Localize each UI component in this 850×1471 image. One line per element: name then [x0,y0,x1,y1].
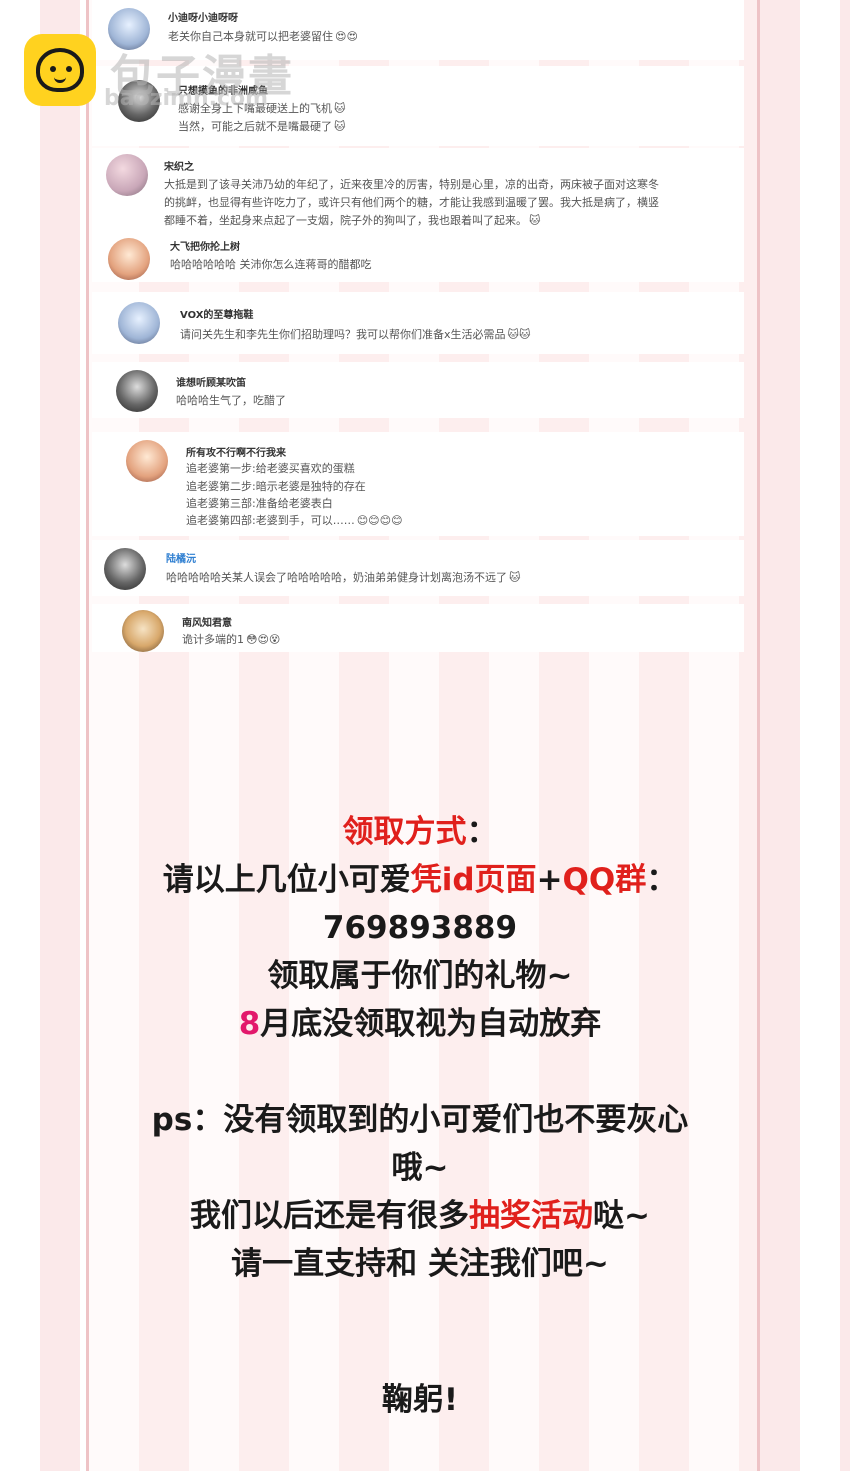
emoji-icon: 🐱🐱 [507,328,531,341]
avatar[interactable] [116,370,158,412]
notice-line-gift: 领取属于你们的礼物~ [267,958,573,994]
list-item: 谁想听顾某吹笛 哈哈哈生气了，吃醋了 [92,362,744,418]
comment-text: 请问关先生和李先生你们招助理吗？我可以帮你们准备x生活必需品 🐱🐱 [180,326,530,344]
list-item: 陆橘沅 哈哈哈哈哈关某人误会了哈哈哈哈哈，奶油弟弟健身计划离泡汤不远了 🐱 [92,540,744,596]
comment-username[interactable]: 南风知君意 [182,614,232,629]
notice-line-bow: 鞠躬! [381,1382,459,1418]
avatar[interactable] [118,302,160,344]
notice-line-ps-cont: 哦~ [391,1150,449,1186]
list-item: 大飞把你抡上树 哈哈哈哈哈哈 关沛你怎么连蒋哥的醋都吃 [92,234,744,282]
bun-eye-right [66,66,72,72]
list-item: VOX的至尊拖鞋 请问关先生和李先生你们招助理吗？我可以帮你们准备x生活必需品 🐱… [92,292,744,354]
comment-text: 都睡不着，坐起身来点起了一支烟，院子外的狗叫了，我也跟着叫了起来。 🐱 [164,212,540,230]
emoji-icon: 😳😍😵 [246,633,281,646]
notice-line-instructions: 请以上几位小可爱凭id页面+QQ群： [162,862,678,898]
comment-username[interactable]: VOX的至尊拖鞋 [180,306,253,321]
list-item: 宋织之 大抵是到了该寻关沛乃幼的年纪了，近来夜里冷的厉害，特别是心里，凉的出奇，… [92,148,744,234]
avatar[interactable] [106,154,148,196]
notice-line-deadline: 8月底没领取视为自动放弃 [238,1006,602,1042]
emoji-icon: 🐱 [529,214,541,227]
list-item: 所有攻不行啊不行我来 追老婆第一步:给老婆买喜欢的蛋糕 追老婆第二步:暗示老婆是… [92,432,744,536]
notice-line-support: 请一直支持和 关注我们吧~ [231,1246,609,1282]
comment-text: 追老婆第二步:暗示老婆是独特的存在 [186,480,366,493]
avatar[interactable] [104,548,146,590]
comment-text: 当然，可能之后就不是嘴最硬了 🐱 [178,118,345,136]
comment-username[interactable]: 谁想听顾某吹笛 [176,374,246,389]
prize-notice: 领取方式： 请以上几位小可爱凭id页面+QQ群： 769893889 领取属于你… [92,808,748,1424]
notice-line-claim-method: 领取方式： [342,814,498,850]
comment-text: 大抵是到了该寻关沛乃幼的年纪了，近来夜里冷的厉害，特别是心里，凉的出奇，两床被子… [164,178,659,191]
bun-face-outline [36,48,84,92]
comment-text: 追老婆第四部:老婆到手，可以…… 😊😊😊😊 [186,512,403,530]
emoji-icon: 🐱 [334,120,346,133]
bun-face-icon [24,34,96,106]
comment-text: 的挑衅，也显得有些许吃力了，或许只有他们两个的糖，才能让我感到温暖了罢。我大抵是… [164,196,659,209]
list-item: 南风知君意 诡计多端的1 😳😍😵 [92,604,744,652]
avatar[interactable] [122,610,164,652]
emoji-icon: 🐱 [334,102,346,115]
comment-text: 追老婆第三部:准备给老婆表白 [186,497,333,510]
bun-mouth [54,74,66,83]
emoji-icon: 🐱 [509,571,521,584]
comment-text: 哈哈哈哈哈关某人误会了哈哈哈哈哈，奶油弟弟健身计划离泡汤不远了 🐱 [166,569,520,587]
comment-text: 追老婆第一步:给老婆买喜欢的蛋糕 [186,462,355,475]
comment-username[interactable]: 宋织之 [164,158,194,173]
comment-username[interactable]: 所有攻不行啊不行我来 [186,444,286,459]
comment-text: 哈哈哈生气了，吃醋了 [176,394,286,407]
comment-username[interactable]: 陆橘沅 [166,550,196,565]
comment-username[interactable]: 小迪呀小迪呀呀 [168,9,238,24]
notice-line-ps: ps：没有领取到的小可爱们也不要灰心 [151,1102,689,1138]
watermark-subtitle: baozimh.com [104,86,269,111]
comment-text: 诡计多端的1 😳😍😵 [182,631,280,649]
comment-text: 哈哈哈哈哈哈 关沛你怎么连蒋哥的醋都吃 [170,258,372,271]
notice-line-future: 我们以后还是有很多抽奖活动哒~ [190,1198,650,1234]
emoji-icon: 😍😍 [335,30,358,43]
avatar[interactable] [126,440,168,482]
emoji-icon: 😊😊😊😊 [356,514,403,527]
avatar[interactable] [108,238,150,280]
notice-qq-number: 769893889 [322,910,518,946]
bun-eye-left [50,66,56,72]
comment-username[interactable]: 大飞把你抡上树 [170,238,240,253]
